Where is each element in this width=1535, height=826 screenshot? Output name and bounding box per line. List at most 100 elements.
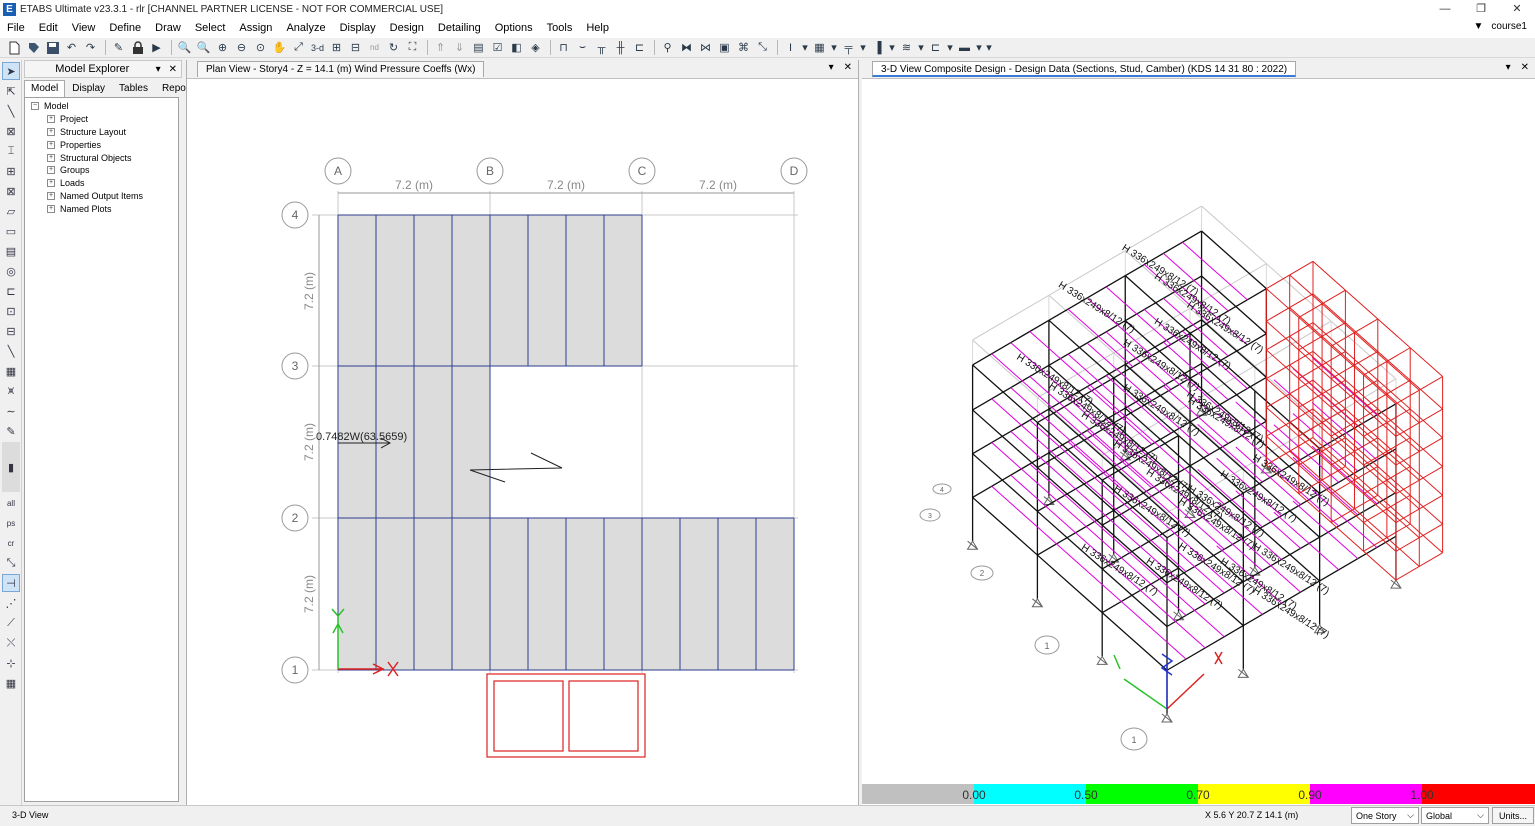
expand-icon[interactable]: +: [47, 166, 55, 175]
story-select[interactable]: One Story ⌵: [1351, 807, 1419, 824]
menu-assign[interactable]: Assign: [232, 22, 279, 34]
snap-perpendicular-icon[interactable]: ⟋: [2, 614, 20, 632]
select-previous-icon[interactable]: ps: [2, 514, 20, 532]
menu-view[interactable]: View: [65, 22, 103, 34]
3d-view-dropdown-icon[interactable]: ▾: [1506, 62, 1511, 73]
tendon-icon[interactable]: ≋: [898, 40, 915, 56]
snap-intersection-icon[interactable]: ⋰: [2, 594, 20, 612]
tree-node-structure-layout[interactable]: + Structure Layout: [31, 126, 178, 139]
draw-wave-icon[interactable]: ∼: [2, 402, 20, 420]
tree-node-model[interactable]: − Model: [31, 100, 178, 113]
zoom-out-icon[interactable]: ⊖: [233, 40, 250, 56]
menu-draw[interactable]: Draw: [148, 22, 188, 34]
expand-icon[interactable]: +: [47, 153, 55, 162]
frame-icon[interactable]: ⊓: [555, 40, 572, 56]
pencil-icon[interactable]: ✎: [110, 40, 127, 56]
tree-node-loads[interactable]: + Loads: [31, 177, 178, 190]
new-model-icon[interactable]: [6, 40, 23, 56]
tab-display[interactable]: Display: [65, 80, 112, 97]
snap-fine-grid-icon[interactable]: ⊹: [2, 654, 20, 672]
draw-reference-icon[interactable]: ▦: [2, 362, 20, 380]
pin-dropdown-icon[interactable]: ▾: [156, 64, 161, 75]
tree-node-properties[interactable]: + Properties: [31, 138, 178, 151]
run-analysis-icon[interactable]: ▶: [148, 40, 165, 56]
pan-icon[interactable]: ✋: [271, 40, 288, 56]
draw-wall-stack-icon[interactable]: ⊏: [2, 282, 20, 300]
undo-icon[interactable]: ↶: [63, 40, 80, 56]
floor-dropdown-icon[interactable]: ▾: [946, 40, 954, 56]
object-shrink-icon[interactable]: ◧: [508, 40, 525, 56]
snap-lines-icon[interactable]: ⤬: [2, 634, 20, 652]
draw-beam-icon[interactable]: ⊞: [2, 162, 20, 180]
elevation-view-icon[interactable]: ⊟: [347, 40, 364, 56]
menu-design[interactable]: Design: [383, 22, 431, 34]
line-dropdown-icon[interactable]: ▾: [975, 40, 983, 56]
move-up-icon[interactable]: ⇑: [432, 40, 449, 56]
expand-icon[interactable]: +: [47, 179, 55, 188]
set-display-options-icon[interactable]: ▤: [470, 40, 487, 56]
wall-dropdown-arrow-icon[interactable]: ▾: [830, 40, 838, 56]
tree-node-groups[interactable]: + Groups: [31, 164, 178, 177]
tree-node-named-output-items[interactable]: + Named Output Items: [31, 190, 178, 203]
minimize-button[interactable]: —: [1427, 0, 1463, 18]
menu-file[interactable]: File: [0, 22, 32, 34]
deformed-shape-icon[interactable]: ⌣: [574, 40, 591, 56]
plan-view-tab[interactable]: Plan View - Story4 - Z = 14.1 (m) Wind P…: [197, 61, 485, 77]
close-plan-view-icon[interactable]: ✕: [844, 62, 852, 73]
tree-node-structural-objects[interactable]: + Structural Objects: [31, 151, 178, 164]
draw-column-icon[interactable]: ⌶: [2, 142, 20, 160]
scroll-grip-icon[interactable]: ▮: [2, 442, 20, 492]
select-checkbox-icon[interactable]: ☑: [489, 40, 506, 56]
draw-joint-icon[interactable]: ╲: [2, 102, 20, 120]
section-cut-icon[interactable]: ⊏: [631, 40, 648, 56]
snap-joints-icon[interactable]: ⤡: [2, 554, 20, 572]
clear-selection-icon[interactable]: cr: [2, 534, 20, 552]
brace-dropdown-icon[interactable]: ▾: [888, 40, 896, 56]
zoom-restore-icon[interactable]: 🔍: [195, 40, 212, 56]
joint-icon[interactable]: ⚲: [659, 40, 676, 56]
tab-tables[interactable]: Tables: [112, 80, 155, 97]
extrude-icon[interactable]: ◈: [527, 40, 544, 56]
plan-view-dropdown-icon[interactable]: ▾: [829, 62, 834, 73]
plan-view-icon[interactable]: ⊞: [328, 40, 345, 56]
menu-select[interactable]: Select: [188, 22, 233, 34]
save-icon[interactable]: [44, 40, 61, 56]
rotate-view-icon[interactable]: ↻: [385, 40, 402, 56]
draw-opening-icon[interactable]: ◎: [2, 262, 20, 280]
reshape-icon[interactable]: ⇱: [2, 82, 20, 100]
column-dropdown-icon[interactable]: ▾: [801, 40, 809, 56]
draw-floor-icon[interactable]: ▱: [2, 202, 20, 220]
beam-icon[interactable]: ╤: [840, 40, 857, 56]
zoom-window-icon[interactable]: 🔍: [176, 40, 193, 56]
tendon-dropdown-icon[interactable]: ▾: [917, 40, 925, 56]
redo-icon[interactable]: ↷: [82, 40, 99, 56]
menu-analyze[interactable]: Analyze: [279, 22, 332, 34]
menu-tools[interactable]: Tools: [540, 22, 580, 34]
draw-frame-icon[interactable]: ⊠: [2, 122, 20, 140]
3d-view-icon[interactable]: 3-d: [309, 40, 326, 56]
pointer-icon[interactable]: ➤: [2, 62, 20, 80]
draw-dimension-icon[interactable]: ╲: [2, 342, 20, 360]
zoom-in-icon[interactable]: ⊕: [214, 40, 231, 56]
link-icon[interactable]: ⧓: [678, 40, 695, 56]
expand-icon[interactable]: +: [47, 204, 55, 213]
close-window-button[interactable]: ✕: [1499, 0, 1535, 18]
mesh-icon[interactable]: ⌘: [735, 40, 752, 56]
menu-display[interactable]: Display: [333, 22, 383, 34]
plan-view-canvas[interactable]: A B C D 4 3 2 1 7.2 (m) 7.2 (m) 7.2 (m) …: [187, 79, 859, 804]
expand-icon[interactable]: +: [47, 127, 55, 136]
floor-icon[interactable]: ⊏: [927, 40, 944, 56]
forces-icon[interactable]: ╥: [593, 40, 610, 56]
units-button[interactable]: Units...: [1492, 807, 1534, 824]
more-dropdown-icon[interactable]: ▾: [985, 40, 993, 56]
menu-help[interactable]: Help: [579, 22, 616, 34]
wall-dropdown-icon[interactable]: ▦: [811, 40, 828, 56]
expand-icon[interactable]: +: [47, 115, 55, 124]
snap-midpoint-icon[interactable]: ⊣: [2, 574, 20, 592]
stress-icon[interactable]: ╫: [612, 40, 629, 56]
collapse-icon[interactable]: −: [31, 102, 39, 111]
close-3d-view-icon[interactable]: ✕: [1521, 62, 1529, 73]
restore-button[interactable]: ❐: [1463, 0, 1499, 18]
draw-section-cut-icon[interactable]: ⊟: [2, 322, 20, 340]
nd-view-icon[interactable]: nd: [366, 40, 383, 56]
